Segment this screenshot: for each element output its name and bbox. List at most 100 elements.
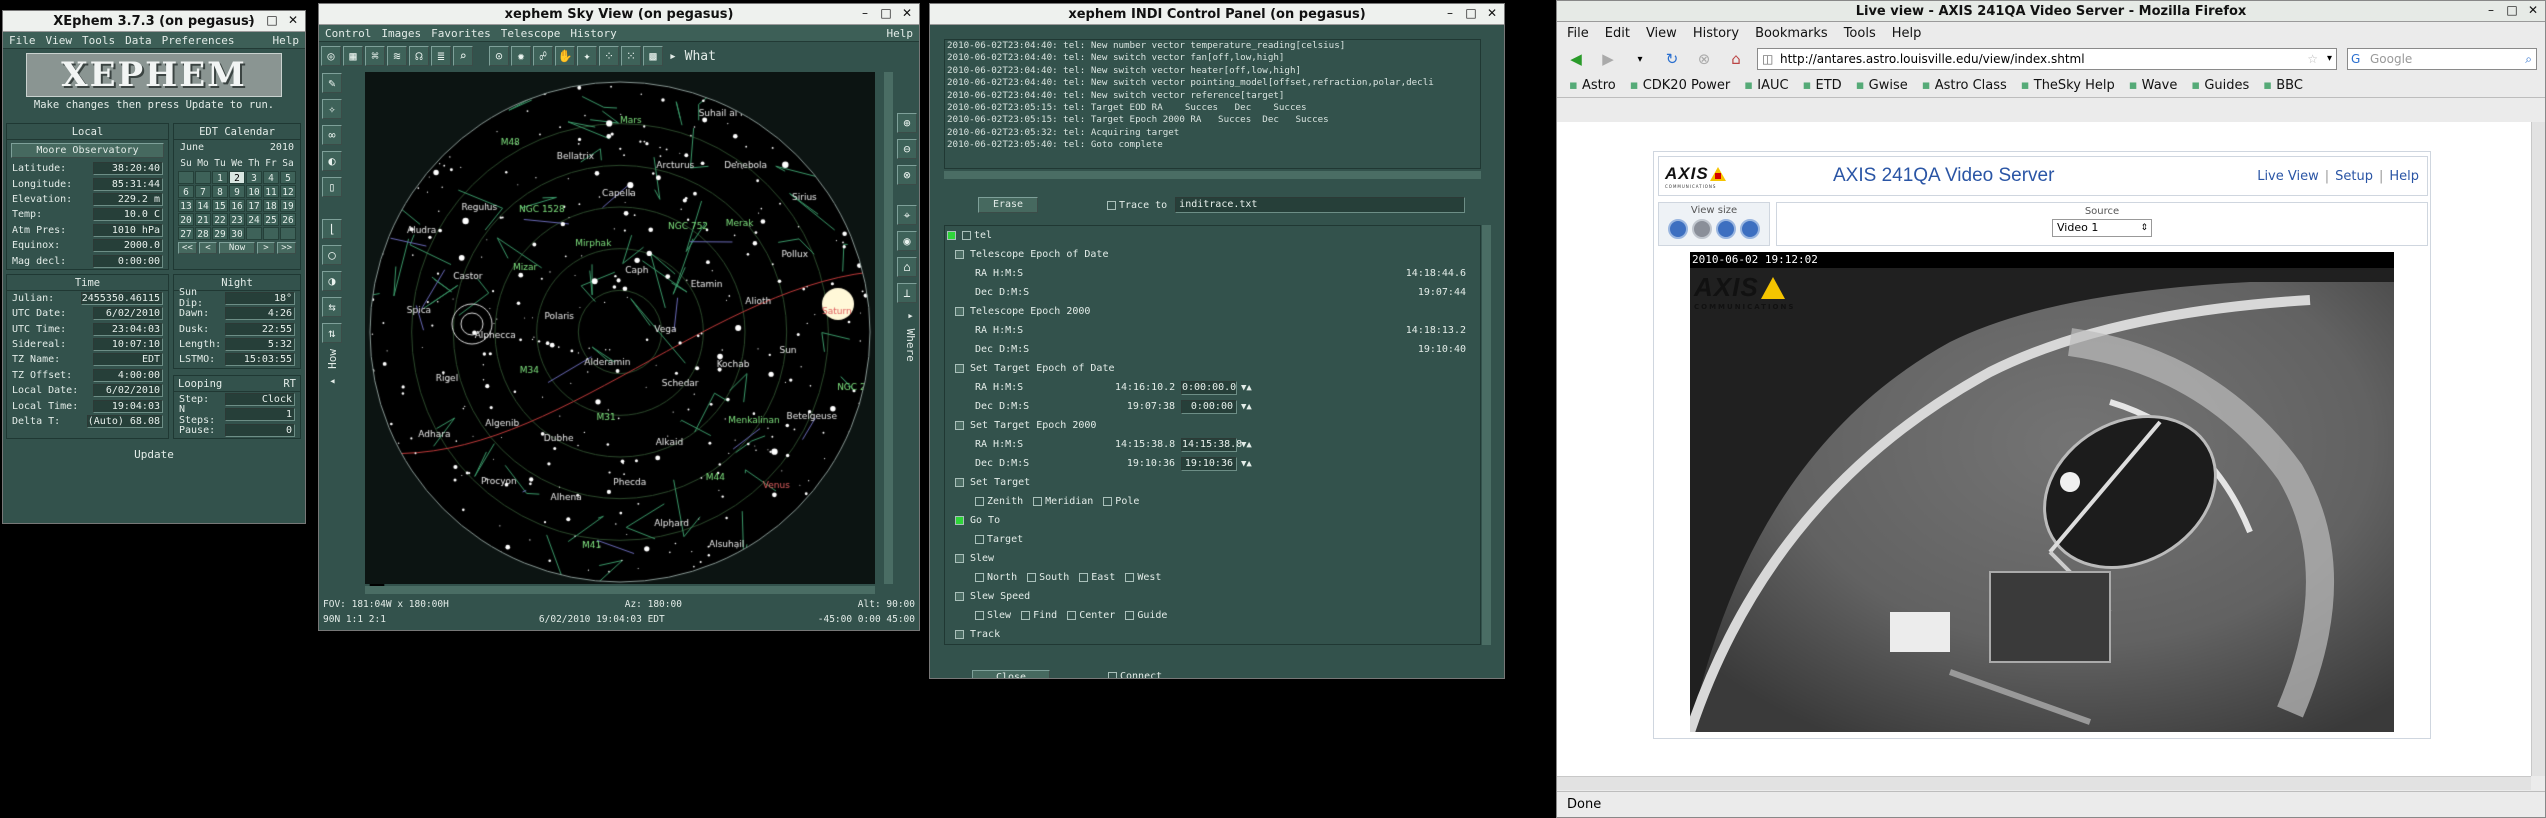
switch-checkbox[interactable] [1079, 572, 1089, 582]
switch-checkbox[interactable] [1033, 496, 1043, 506]
calendar-day[interactable]: 12 [280, 185, 296, 198]
calendar-day[interactable]: 8 [212, 185, 228, 198]
calendar-day[interactable]: 19 [280, 199, 296, 212]
calendar-nav-button[interactable]: < [198, 242, 218, 254]
calendar-day[interactable]: 29 [212, 227, 228, 240]
switch-checkbox[interactable] [1103, 496, 1113, 506]
eye-icon[interactable]: ◉ [897, 231, 917, 251]
bookmark-item[interactable]: ▪ CDK20 Power [1630, 78, 1731, 93]
search-engine-icon[interactable]: G [2351, 49, 2360, 69]
page-scrollbar-h[interactable] [1557, 776, 2531, 790]
calendar-day[interactable]: 14 [195, 199, 211, 212]
row-value[interactable]: 5:32 [225, 338, 295, 352]
maximize-icon[interactable]: □ [266, 13, 278, 27]
minimize-icon[interactable]: – [2485, 3, 2497, 17]
row-value[interactable]: 38:20:40 [93, 162, 163, 176]
sky-chart[interactable] [365, 72, 875, 584]
horizon-icon[interactable]: ⌊ [322, 219, 342, 239]
erase-button[interactable]: Erase [978, 197, 1038, 213]
row-value[interactable]: 10.0 C [93, 208, 163, 222]
sun-icon[interactable]: ✹ [511, 46, 531, 66]
search-icon[interactable]: ⌕ [2525, 49, 2532, 69]
bookmark-item[interactable]: ▪ Wave [2129, 78, 2178, 93]
help-link[interactable]: Help [2389, 169, 2419, 184]
calendar-day[interactable]: 26 [280, 213, 296, 226]
menu-help[interactable]: Help [887, 27, 914, 40]
lines-icon[interactable]: ≋ [387, 46, 407, 66]
row-value[interactable]: 1 [225, 408, 295, 422]
close-button[interactable]: Close [972, 670, 1050, 678]
shade-icon[interactable]: ▯ [322, 177, 342, 197]
switch-option[interactable]: Pole [1103, 496, 1139, 507]
log-scrollbar[interactable] [944, 171, 1481, 179]
calendar-day[interactable]: 9 [229, 185, 245, 198]
magnify-icon[interactable]: ⌕ [453, 46, 473, 66]
rt-label[interactable]: RT [283, 376, 296, 391]
row-value[interactable]: EDT [93, 353, 163, 367]
switch-option[interactable]: Guide [1125, 610, 1167, 621]
hand-icon[interactable]: ✋ [555, 46, 575, 66]
calendar-day[interactable]: 16 [229, 199, 245, 212]
switch-option[interactable]: Find [1021, 610, 1057, 621]
zoom-reset-icon[interactable]: ⊗ [897, 165, 917, 185]
calendar-day[interactable]: 3 [246, 171, 262, 184]
row-value[interactable]: 4:00:00 [93, 368, 163, 382]
indi-log[interactable]: 2010-06-02T23:04:40: tel: New number vec… [944, 39, 1481, 169]
menu-preferences[interactable]: Preferences [162, 34, 235, 47]
view-size-2-icon[interactable] [1692, 219, 1712, 239]
minimize-icon[interactable]: – [859, 6, 871, 20]
view-size-4-icon[interactable] [1740, 219, 1760, 239]
calendar-day[interactable]: 1 [212, 171, 228, 184]
label-icon[interactable]: ≣ [431, 46, 451, 66]
calendar-day[interactable]: 17 [246, 199, 262, 212]
planet-icon[interactable]: ☍ [533, 46, 553, 66]
zoom-in-icon[interactable]: ⊕ [897, 113, 917, 133]
sphere-icon[interactable]: ◯ [322, 245, 342, 265]
calendar-year[interactable]: 2010 [270, 142, 294, 153]
maximize-icon[interactable]: □ [880, 6, 892, 20]
page-scrollbar-v[interactable] [2531, 122, 2545, 776]
minimize-icon[interactable]: – [245, 13, 257, 27]
menu-file[interactable]: File [1567, 26, 1589, 41]
switch-option[interactable]: Meridian [1033, 496, 1093, 507]
calendar-nav-button[interactable]: Now [219, 242, 255, 254]
mount-icon[interactable]: ⊥ [897, 283, 917, 303]
bookmark-item[interactable]: ▪ BBC [2263, 78, 2303, 93]
figure-icon[interactable]: ☊ [409, 46, 429, 66]
switch-option[interactable]: Zenith [975, 496, 1023, 507]
calendar-day[interactable]: 2 [229, 171, 245, 184]
calendar-day[interactable]: 25 [263, 213, 279, 226]
video-stream[interactable]: 2010-06-02 19:12:02 AXIS COMMUNICATIONS [1690, 252, 2394, 732]
flip-v-icon[interactable]: ⇅ [322, 323, 342, 343]
menu-view[interactable]: View [46, 34, 73, 47]
menu-tools[interactable]: Tools [1844, 26, 1876, 41]
menu-history[interactable]: History [570, 27, 616, 40]
forward-icon[interactable]: ▶ [1597, 48, 1619, 70]
stop-icon[interactable]: ⊗ [1693, 48, 1715, 70]
row-value[interactable]: Clock [225, 392, 295, 406]
menu-view[interactable]: View [1646, 26, 1677, 41]
calendar-day[interactable]: 18 [263, 199, 279, 212]
bookmark-item[interactable]: ▪ Astro [1569, 78, 1616, 93]
switch-option[interactable]: South [1027, 572, 1069, 583]
row-value[interactable]: 10:07:10 [93, 338, 163, 352]
update-button[interactable]: Update [63, 447, 245, 465]
row-value[interactable]: 0 [225, 423, 295, 437]
bookmark-item[interactable]: ▪ IAUC [1744, 78, 1788, 93]
maximize-icon[interactable]: □ [1465, 6, 1477, 20]
bookmark-item[interactable]: ▪ Guides [2191, 78, 2249, 93]
calendar-day[interactable]: 13 [178, 199, 194, 212]
menu-favorites[interactable]: Favorites [431, 27, 491, 40]
calendar-nav-button[interactable]: > [256, 242, 276, 254]
switch-checkbox[interactable] [1067, 610, 1077, 620]
property-row[interactable]: Telescope Epoch of Date [945, 245, 1480, 264]
calendar-day[interactable]: 24 [246, 213, 262, 226]
set-arrows[interactable]: ▼▲ [1241, 402, 1252, 412]
switch-checkbox[interactable] [1021, 610, 1031, 620]
calendar-day[interactable]: 23 [229, 213, 245, 226]
calendar-day[interactable]: 30 [229, 227, 245, 240]
calendar-day[interactable]: 22 [212, 213, 228, 226]
target-input[interactable]: 0:00:00 [1181, 399, 1237, 414]
row-value[interactable]: 22:55 [225, 322, 295, 336]
props-scrollbar[interactable] [1482, 225, 1491, 645]
